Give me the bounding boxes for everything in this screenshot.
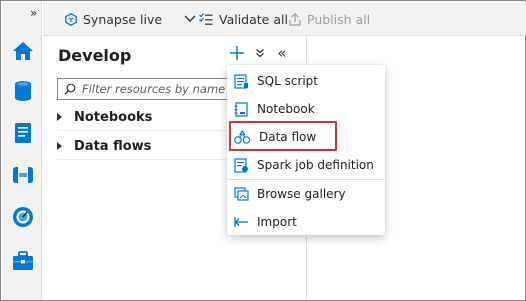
tree-item-data-flows[interactable]: Data flows (57, 135, 151, 157)
import-icon (234, 217, 248, 227)
expand-rail-button[interactable]: » (30, 6, 37, 20)
publish-all-button[interactable]: Publish all (289, 2, 370, 36)
double-chevron-down-icon (256, 49, 264, 58)
publish-all-label: Publish all (307, 11, 371, 27)
menu-item-label: SQL script (257, 74, 319, 88)
validate-all-label: Validate all (219, 11, 288, 27)
menu-item-label: Notebook (257, 102, 315, 116)
left-rail: » (2, 2, 42, 300)
menu-item-import[interactable]: Import (227, 208, 385, 236)
menu-item-label: Spark job definition (257, 158, 374, 172)
menu-item-label: Import (257, 215, 297, 229)
monitor-icon[interactable] (10, 204, 36, 230)
menu-item-sql-script[interactable]: SQL script (227, 67, 385, 95)
validate-all-button[interactable]: Validate all (199, 2, 288, 36)
menu-item-notebook[interactable]: Notebook (227, 95, 385, 123)
app-frame: » Synapse live Validate all Publish all … (0, 0, 526, 301)
manage-icon[interactable] (10, 248, 36, 274)
add-resource-button[interactable] (226, 42, 248, 64)
data-icon[interactable] (10, 78, 36, 104)
chevron-down-icon[interactable] (184, 15, 196, 23)
workspace-selector[interactable]: Synapse live (65, 2, 202, 36)
highlight-box (229, 121, 337, 151)
home-icon[interactable] (10, 38, 36, 64)
integrate-icon[interactable] (10, 162, 36, 188)
plus-icon (230, 46, 244, 60)
validate-icon (199, 12, 213, 25)
collapse-panel-button[interactable]: « (271, 42, 293, 64)
publish-icon (289, 12, 301, 26)
collapse-all-button[interactable] (249, 42, 271, 64)
filter-resources-input[interactable] (82, 82, 242, 96)
menu-item-spark-job-definition[interactable]: Spark job definition (227, 151, 385, 179)
tree-item-notebooks[interactable]: Notebooks (57, 106, 152, 128)
gallery-icon (234, 186, 249, 201)
synapse-icon (65, 12, 77, 26)
workspace-label: Synapse live (83, 11, 163, 27)
spark-job-icon (234, 157, 248, 173)
tree-item-label: Data flows (74, 138, 152, 154)
expand-caret-icon[interactable] (57, 142, 62, 150)
panel-title: Develop (58, 46, 132, 65)
sql-script-icon (234, 73, 248, 89)
top-toolbar: Synapse live Validate all Publish all (43, 2, 526, 36)
menu-item-label: Browse gallery (257, 187, 346, 201)
tree-item-label: Notebooks (74, 109, 153, 125)
search-box (57, 78, 247, 100)
add-resource-menu: SQL script Notebook Data flow Spark job … (227, 65, 385, 235)
develop-icon[interactable] (10, 120, 36, 146)
notebook-icon (234, 101, 248, 117)
search-icon (64, 83, 76, 95)
expand-caret-icon[interactable] (57, 113, 62, 121)
menu-item-browse-gallery[interactable]: Browse gallery (227, 180, 385, 208)
